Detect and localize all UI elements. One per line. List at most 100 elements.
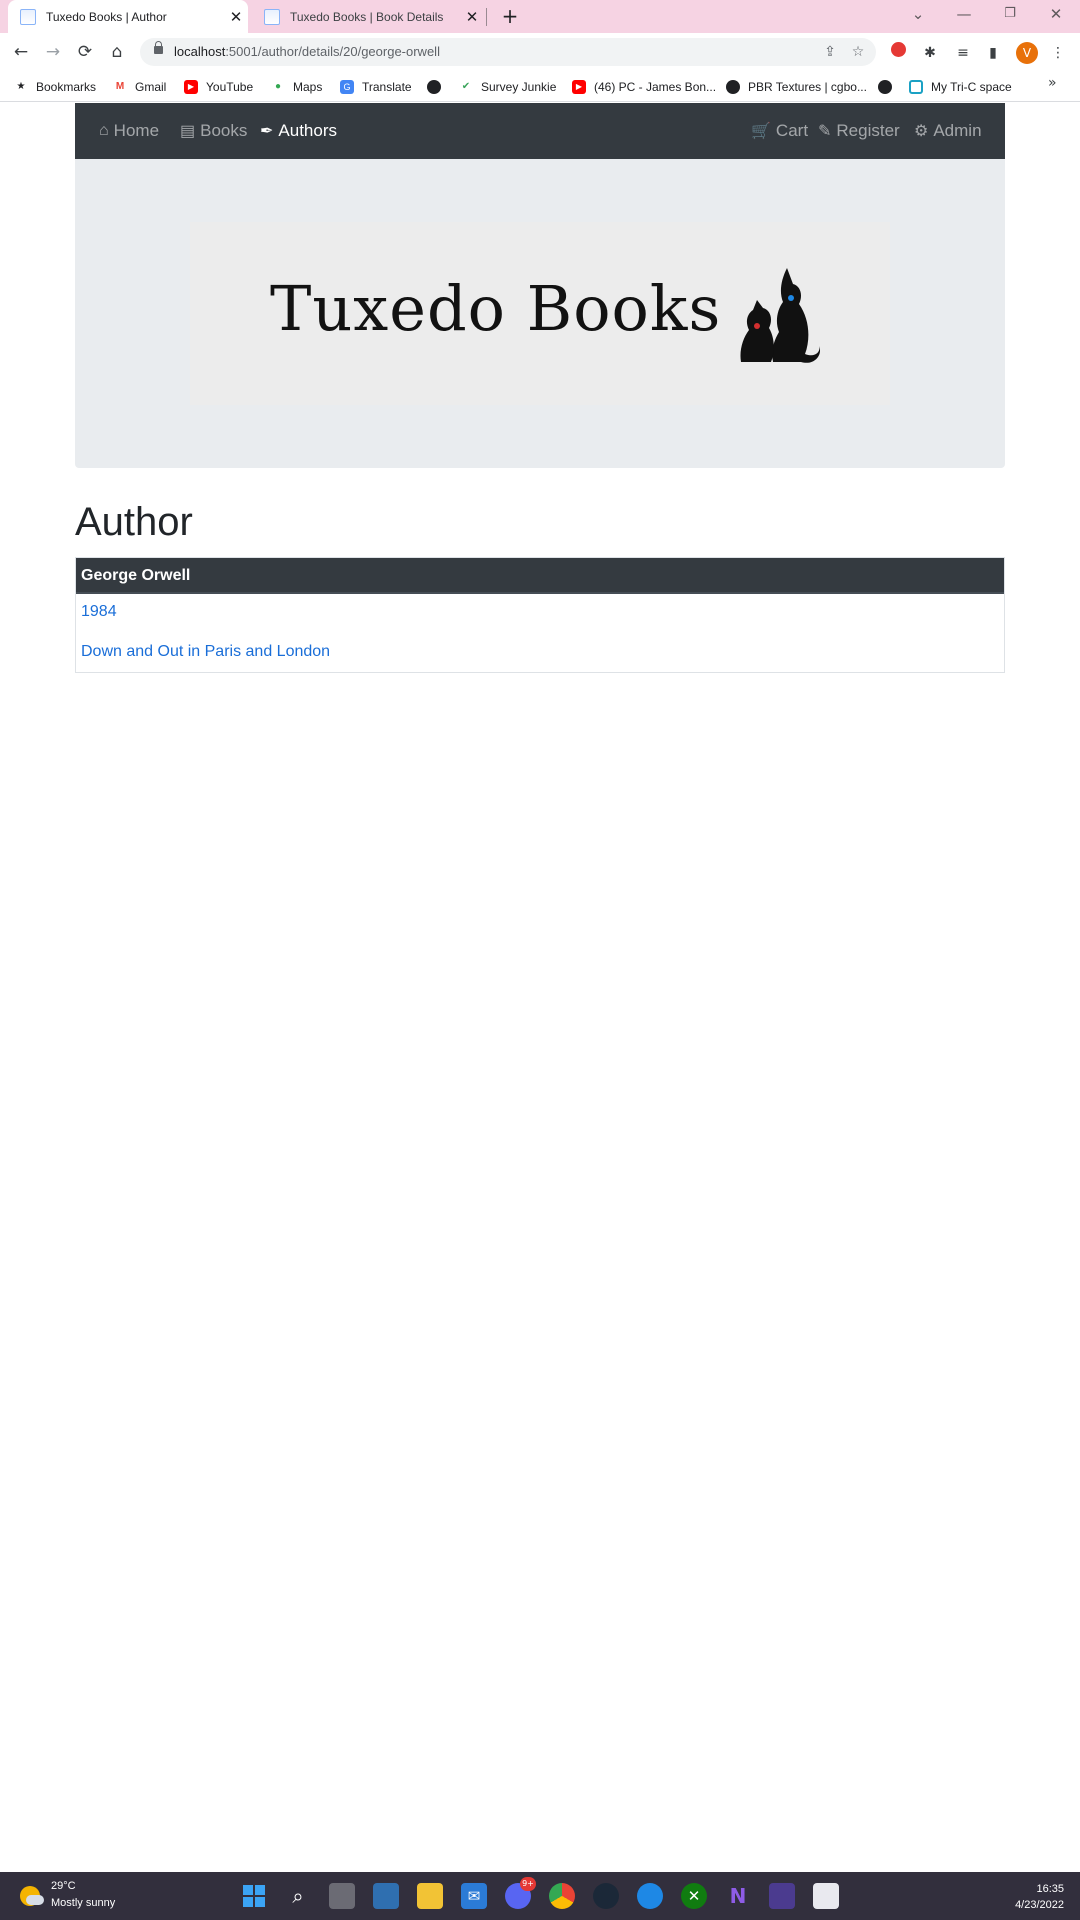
search-icon[interactable]: ⌕ [285, 1883, 311, 1909]
page-favicon-icon [264, 8, 280, 25]
bookmark-bookmarks[interactable]: ★ Bookmarks [14, 78, 97, 96]
home-icon[interactable]: ⌂ [105, 40, 129, 64]
address-bar[interactable]: localhost:5001/author/details/20/george-… [140, 38, 876, 66]
globe-icon [878, 80, 892, 94]
visual-studio-icon[interactable]: N [725, 1883, 751, 1909]
steam-icon[interactable] [593, 1883, 619, 1909]
lock-icon [154, 41, 163, 54]
site-navbar: ⌂ Home ▤ Books ✒ Authors 🛒 Cart ✎ Register ⚙ A… [75, 103, 1005, 159]
xbox-icon[interactable]: ✕ [681, 1883, 707, 1909]
tab-book-details[interactable]: Tuxedo Books | Book Details ✕ [252, 0, 484, 33]
nav-home[interactable]: ⌂ Home [99, 103, 159, 159]
tab-search-chevron-icon[interactable]: ⌄ [896, 0, 940, 30]
discord-icon[interactable]: 9+ [505, 1877, 536, 1909]
tab-divider [486, 8, 487, 26]
nav-cart[interactable]: 🛒 Cart [751, 103, 808, 159]
weather-temperature[interactable]: 29°C [51, 1880, 76, 1892]
side-panel-icon[interactable]: ▮ [982, 42, 1004, 64]
bookmark-pbr-textures[interactable]: PBR Textures | cgbo... [726, 78, 867, 96]
adblock-extension-icon[interactable] [887, 42, 909, 64]
minimize-icon[interactable]: — [942, 0, 986, 30]
weather-description[interactable]: Mostly sunny [51, 1897, 115, 1909]
tab-title: Tuxedo Books | Book Details [290, 9, 444, 24]
back-arrow-icon[interactable]: ← [9, 40, 33, 64]
reload-icon[interactable]: ⟳ [73, 40, 97, 64]
maps-pin-icon: ● [274, 81, 282, 92]
jumbotron: Tuxedo Books [75, 159, 1005, 468]
book-open-icon: ▤ [180, 123, 196, 140]
nav-admin[interactable]: ⚙ Admin [914, 103, 982, 159]
windows-start-icon[interactable] [241, 1883, 267, 1909]
notification-badge: 9+ [520, 1877, 536, 1891]
page-favicon-icon [20, 8, 36, 25]
bookmark-survey-junkie[interactable]: ✔ Survey Junkie [459, 78, 557, 96]
taskbar-app-icon[interactable] [373, 1883, 399, 1909]
snowflake-icon [909, 80, 923, 94]
nav-register[interactable]: ✎ Register [818, 103, 900, 159]
tab-strip: Tuxedo Books | Author ✕ Tuxedo Books | B… [0, 0, 1080, 33]
browser-toolbar: ← → ⟳ ⌂ localhost:5001/author/details/20… [0, 33, 1080, 71]
feather-icon: ✒ [260, 123, 274, 140]
gear-icon: ⚙ [914, 123, 929, 140]
file-explorer-icon[interactable] [417, 1883, 443, 1909]
bookmark-translate[interactable]: G Translate [340, 78, 412, 96]
forward-arrow-icon[interactable]: → [41, 40, 65, 64]
kebab-menu-icon[interactable]: ⋮ [1047, 42, 1069, 64]
bookmark-globe-2[interactable] [878, 78, 900, 96]
snipping-tool-icon[interactable] [813, 1883, 839, 1909]
close-icon[interactable]: ✕ [224, 8, 248, 26]
author-name-header: George Orwell [76, 558, 1004, 594]
book-link[interactable]: Down and Out in Paris and London [81, 640, 999, 664]
tuxedo-cat-icon [740, 268, 821, 363]
window-close-icon[interactable]: ✕ [1034, 0, 1078, 30]
checkmark-icon: ✔ [461, 81, 471, 92]
weather-sun-cloud-icon[interactable] [20, 1886, 44, 1906]
star-bookmark-icon[interactable]: ☆ [848, 42, 868, 62]
brand-logo-text: Tuxedo Books [270, 272, 722, 345]
system-clock[interactable]: 16:35 4/23/2022 [1015, 1881, 1064, 1913]
battlenet-icon[interactable] [637, 1883, 663, 1909]
bookmarks-bar: ★ Bookmarks M Gmail ▶ YouTube ● Maps G Transl… [0, 71, 1080, 102]
more-bookmarks-chevron-icon[interactable]: » [1048, 75, 1057, 91]
chrome-icon[interactable] [549, 1883, 575, 1909]
profile-avatar[interactable]: V [1016, 42, 1038, 64]
tab-title: Tuxedo Books | Author [46, 9, 167, 24]
bookmark-youtube-pc[interactable]: ▶ (46) PC - James Bon... [572, 78, 716, 96]
taskbar: 29°C Mostly sunny ⌕ ✉ 9+ ✕ N 16:35 4/23/… [0, 1872, 1080, 1920]
terminal-icon[interactable] [769, 1883, 795, 1909]
clock-time: 16:35 [1036, 1883, 1064, 1895]
author-books-list: 1984 Down and Out in Paris and London [76, 594, 1004, 672]
gmail-icon: M [115, 81, 125, 92]
task-view-icon[interactable] [329, 1883, 355, 1909]
bookmark-globe[interactable] [427, 78, 449, 96]
clock-date: 4/23/2022 [1015, 1899, 1064, 1911]
mail-icon[interactable]: ✉ [461, 1883, 487, 1909]
restore-icon[interactable]: ❐ [988, 0, 1032, 30]
bookmark-maps[interactable]: ● Maps [271, 78, 322, 96]
youtube-icon: ▶ [184, 80, 198, 94]
tab-author[interactable]: Tuxedo Books | Author ✕ [8, 0, 248, 33]
brand-banner-logo: Tuxedo Books [190, 222, 890, 405]
book-link[interactable]: 1984 [81, 600, 999, 624]
media-queue-icon[interactable]: ≡ [952, 42, 974, 64]
youtube-icon: ▶ [572, 80, 586, 94]
nav-authors[interactable]: ✒ Authors [260, 103, 337, 159]
new-tab-plus-icon[interactable]: + [498, 4, 522, 28]
author-table: George Orwell 1984 Down and Out in Paris… [75, 557, 1005, 673]
globe-icon [427, 80, 441, 94]
translate-icon: G [340, 80, 354, 94]
url-text: localhost:5001/author/details/20/george-… [174, 44, 440, 59]
edit-icon: ✎ [818, 123, 832, 140]
star-icon: ★ [16, 81, 26, 92]
bookmark-gmail[interactable]: M Gmail [113, 78, 167, 96]
nav-books[interactable]: ▤ Books [180, 103, 247, 159]
page-title: Author [75, 500, 193, 544]
palette-icon [726, 80, 740, 94]
share-icon[interactable]: ⇪ [820, 42, 840, 62]
extensions-puzzle-icon[interactable]: ✱ [919, 42, 941, 64]
bookmark-youtube[interactable]: ▶ YouTube [184, 78, 253, 96]
home-icon: ⌂ [99, 122, 109, 139]
bookmark-tri-c[interactable]: My Tri-C space [909, 78, 1012, 96]
close-icon[interactable]: ✕ [460, 8, 484, 26]
shopping-cart-icon: 🛒 [751, 123, 771, 140]
